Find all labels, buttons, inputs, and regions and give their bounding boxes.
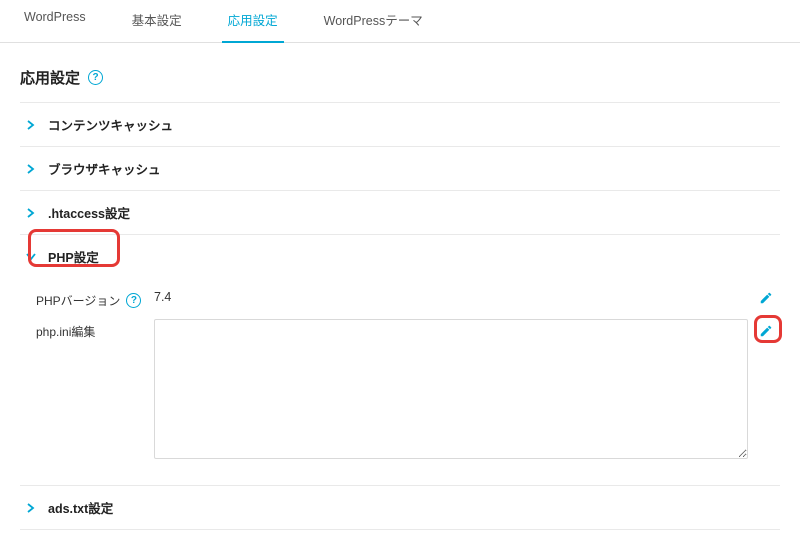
- section-header-content-cache[interactable]: コンテンツキャッシュ: [20, 103, 780, 146]
- section-header-browser-cache[interactable]: ブラウザキャッシュ: [20, 147, 780, 190]
- php-ini-label: php.ini編集: [24, 319, 154, 340]
- label-text: php.ini編集: [36, 323, 95, 340]
- chevron-right-icon: [24, 164, 38, 174]
- label-text: PHPバージョン: [36, 292, 120, 309]
- section-body-php: PHPバージョン ? 7.4 php.ini編集: [20, 278, 780, 485]
- pencil-icon[interactable]: [758, 290, 774, 306]
- section-label: コンテンツキャッシュ: [48, 115, 173, 134]
- page-title-row: 応用設定 ?: [20, 67, 780, 88]
- section-browser-cache: ブラウザキャッシュ: [20, 146, 780, 190]
- php-ini-textarea[interactable]: [154, 319, 748, 459]
- chevron-right-icon: [24, 208, 38, 218]
- section-content-cache: コンテンツキャッシュ: [20, 102, 780, 146]
- php-version-value-wrap: 7.4: [154, 290, 776, 304]
- page-title: 応用設定: [20, 67, 80, 88]
- help-icon[interactable]: ?: [88, 70, 103, 85]
- tab-advanced-settings[interactable]: 応用設定: [222, 0, 284, 43]
- section-php: PHP設定 PHPバージョン ? 7.4 php.ini編集: [20, 234, 780, 485]
- settings-tabs: WordPress 基本設定 応用設定 WordPressテーマ: [0, 0, 800, 43]
- section-adstxt: ads.txt設定: [20, 485, 780, 530]
- section-header-php[interactable]: PHP設定: [20, 235, 780, 278]
- section-header-htaccess[interactable]: .htaccess設定: [20, 191, 780, 234]
- section-label: PHP設定: [48, 247, 99, 266]
- section-htaccess: .htaccess設定: [20, 190, 780, 234]
- row-php-ini: php.ini編集: [24, 319, 776, 459]
- php-ini-value-wrap: [154, 319, 776, 459]
- help-icon[interactable]: ?: [126, 293, 141, 308]
- tab-wp-theme[interactable]: WordPressテーマ: [318, 0, 429, 43]
- section-label: .htaccess設定: [48, 203, 130, 222]
- tab-basic-settings[interactable]: 基本設定: [126, 0, 188, 43]
- php-version-value: 7.4: [154, 290, 171, 304]
- section-header-adstxt[interactable]: ads.txt設定: [20, 486, 780, 529]
- section-label: ads.txt設定: [48, 498, 113, 517]
- chevron-right-icon: [24, 120, 38, 130]
- section-label: ブラウザキャッシュ: [48, 159, 161, 178]
- pencil-icon[interactable]: [758, 323, 774, 339]
- tab-wordpress[interactable]: WordPress: [18, 0, 92, 43]
- php-version-label: PHPバージョン ?: [24, 290, 154, 309]
- row-php-version: PHPバージョン ? 7.4: [24, 290, 776, 309]
- chevron-right-icon: [24, 503, 38, 513]
- chevron-down-icon: [24, 253, 38, 261]
